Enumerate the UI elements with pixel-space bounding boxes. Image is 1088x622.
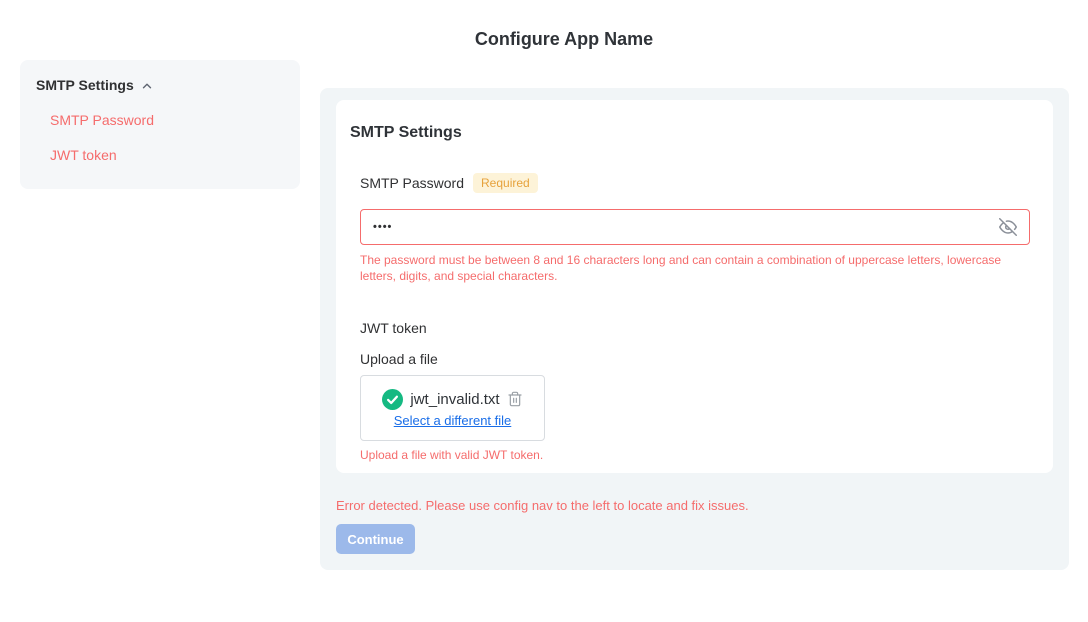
smtp-password-field: [360, 209, 1030, 245]
smtp-password-input[interactable]: [373, 221, 999, 233]
file-upload-box: jwt_invalid.txt Select a different file: [360, 375, 545, 441]
smtp-password-label: SMTP Password: [360, 175, 464, 191]
chevron-up-icon: [140, 79, 154, 93]
upload-a-file-label: Upload a file: [360, 351, 1029, 367]
smtp-password-error: The password must be between 8 and 16 ch…: [360, 252, 1016, 284]
jwt-token-error: Upload a file with valid JWT token.: [360, 448, 1029, 462]
config-nav: SMTP Settings SMTP Password JWT token: [20, 60, 300, 189]
page-title: Configure App Name: [40, 29, 1088, 50]
trash-icon[interactable]: [507, 391, 523, 408]
sidebar-item-smtp-password[interactable]: SMTP Password: [50, 112, 284, 128]
jwt-token-label: JWT token: [360, 320, 1029, 336]
smtp-settings-card: SMTP Settings SMTP Password Required The…: [336, 100, 1053, 473]
global-error-message: Error detected. Please use config nav to…: [336, 498, 1053, 513]
continue-button[interactable]: Continue: [336, 524, 415, 554]
config-nav-group-toggle[interactable]: SMTP Settings: [36, 77, 284, 93]
uploaded-file-name: jwt_invalid.txt: [410, 391, 499, 408]
required-badge: Required: [473, 173, 538, 193]
check-circle-icon: [382, 389, 403, 410]
select-different-file-link[interactable]: Select a different file: [394, 413, 512, 428]
eye-off-icon[interactable]: [999, 218, 1017, 236]
section-title: SMTP Settings: [350, 124, 1029, 142]
config-nav-group-label: SMTP Settings: [36, 77, 134, 93]
config-panel: SMTP Settings SMTP Password Required The…: [320, 88, 1069, 570]
sidebar-item-jwt-token[interactable]: JWT token: [50, 147, 284, 163]
